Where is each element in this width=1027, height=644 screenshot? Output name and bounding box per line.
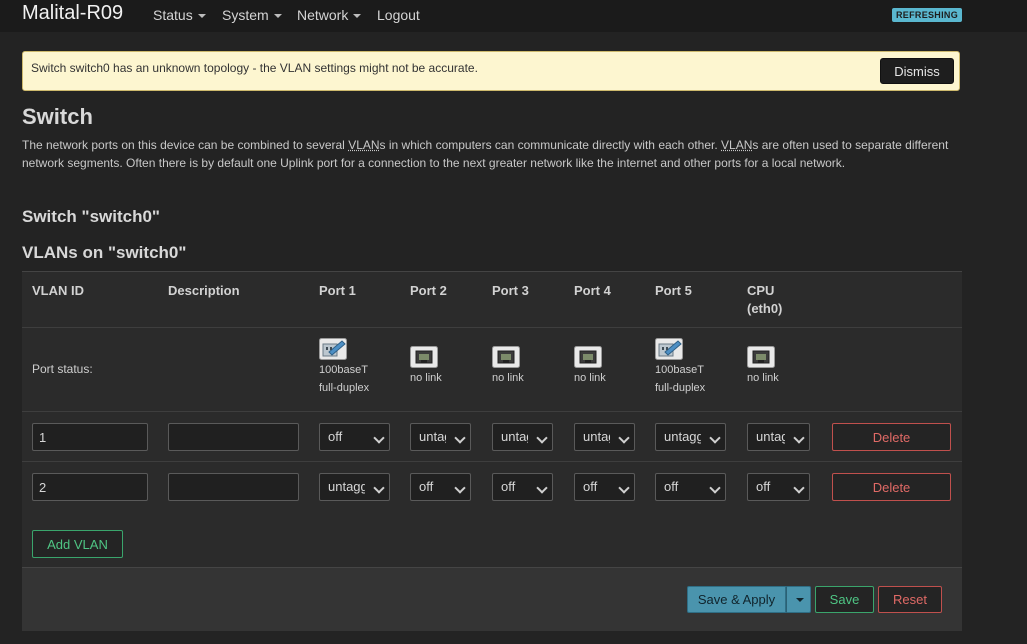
page-description: The network ports on this device can be … — [22, 138, 949, 170]
port-4-select[interactable]: untagged — [574, 423, 635, 451]
port-3-select[interactable]: off — [492, 473, 553, 501]
port-2-status: no link — [410, 346, 442, 387]
header-port-2: Port 2 — [410, 283, 447, 298]
chevron-down-icon — [373, 432, 385, 444]
chevron-down-icon — [373, 482, 385, 494]
add-vlan-button[interactable]: Add VLAN — [32, 530, 123, 558]
caret-down-icon — [197, 14, 206, 19]
port-2-select[interactable]: untagged — [410, 423, 471, 451]
chevron-down-icon — [709, 432, 721, 444]
port-5-select[interactable]: untagged — [655, 423, 726, 451]
top-navbar: Malital-R09 Status System Network Logout… — [0, 0, 1027, 32]
port-1-status: 100baseT full-duplex — [319, 338, 369, 397]
cpu-port-select[interactable]: off — [747, 473, 810, 501]
header-vlan-id: VLAN ID — [32, 283, 84, 298]
topology-warning-alert: Switch switch0 has an unknown topology -… — [22, 51, 960, 91]
chevron-down-icon — [709, 482, 721, 494]
header-port-4: Port 4 — [574, 283, 611, 298]
ethernet-disconnected-icon — [574, 346, 602, 368]
port-1-select[interactable]: off — [319, 423, 390, 451]
chevron-down-icon — [793, 432, 805, 444]
header-cpu: CPU (eth0) — [747, 283, 783, 316]
ethernet-disconnected-icon — [747, 346, 775, 368]
save-apply-dropdown-toggle[interactable] — [786, 586, 811, 613]
delete-vlan-button[interactable]: Delete — [832, 473, 951, 501]
port-5-status: 100baseT full-duplex — [655, 338, 705, 397]
row-divider — [22, 411, 962, 412]
menu-logout[interactable]: Logout — [377, 7, 420, 23]
header-port-5: Port 5 — [655, 283, 692, 298]
port-status-label: Port status: — [32, 362, 93, 376]
delete-vlan-button[interactable]: Delete — [832, 423, 951, 451]
caret-down-icon — [273, 14, 282, 19]
port-4-status: no link — [574, 346, 606, 387]
port-2-select[interactable]: off — [410, 473, 471, 501]
menu-status[interactable]: Status — [153, 7, 206, 23]
port-5-select[interactable]: off — [655, 473, 726, 501]
ethernet-disconnected-icon — [492, 346, 520, 368]
chevron-down-icon — [454, 482, 466, 494]
cpu-port-select[interactable]: untagged — [747, 423, 810, 451]
header-port-3: Port 3 — [492, 283, 529, 298]
port-3-select[interactable]: untagged — [492, 423, 553, 451]
vlan-description-input[interactable] — [168, 473, 299, 501]
chevron-down-icon — [536, 482, 548, 494]
menu-network[interactable]: Network — [297, 7, 362, 23]
alert-message: Switch switch0 has an unknown topology -… — [31, 61, 478, 75]
port-3-status: no link — [492, 346, 524, 387]
switch-heading: Switch "switch0" — [22, 207, 160, 226]
vlan-abbr: VLAN — [348, 138, 380, 152]
refreshing-badge[interactable]: REFRESHING — [892, 8, 963, 22]
row-divider — [22, 461, 962, 462]
port-4-select[interactable]: off — [574, 473, 635, 501]
port-1-select[interactable]: untagged — [319, 473, 390, 501]
chevron-down-icon — [454, 432, 466, 444]
vlan-id-input[interactable] — [32, 423, 148, 451]
vlans-heading: VLANs on "switch0" — [22, 243, 187, 262]
ethernet-disconnected-icon — [410, 346, 438, 368]
header-port-1: Port 1 — [319, 283, 356, 298]
vlan-id-input[interactable] — [32, 473, 148, 501]
ethernet-connected-icon — [655, 338, 683, 360]
brand-hostname[interactable]: Malital-R09 — [22, 2, 123, 25]
dismiss-button[interactable]: Dismiss — [880, 58, 954, 84]
chevron-down-icon — [618, 432, 630, 444]
save-button[interactable]: Save — [815, 586, 874, 613]
row-divider — [22, 327, 962, 328]
ethernet-connected-icon — [319, 338, 347, 360]
caret-down-icon — [796, 598, 804, 602]
caret-down-icon — [353, 14, 362, 19]
chevron-down-icon — [536, 432, 548, 444]
form-actions-bar: Save & Apply Save Reset — [22, 567, 962, 631]
vlan-table: VLAN ID Description Port 1 Port 2 Port 3… — [22, 271, 962, 568]
chevron-down-icon — [618, 482, 630, 494]
menu-system[interactable]: System — [222, 7, 282, 23]
save-apply-button[interactable]: Save & Apply — [687, 586, 786, 613]
page-title: Switch — [22, 104, 93, 129]
vlan-description-input[interactable] — [168, 423, 299, 451]
header-description: Description — [168, 283, 240, 298]
vlan-abbr: VLAN — [721, 138, 753, 152]
chevron-down-icon — [793, 482, 805, 494]
cpu-port-status: no link — [747, 346, 779, 387]
reset-button[interactable]: Reset — [878, 586, 942, 613]
